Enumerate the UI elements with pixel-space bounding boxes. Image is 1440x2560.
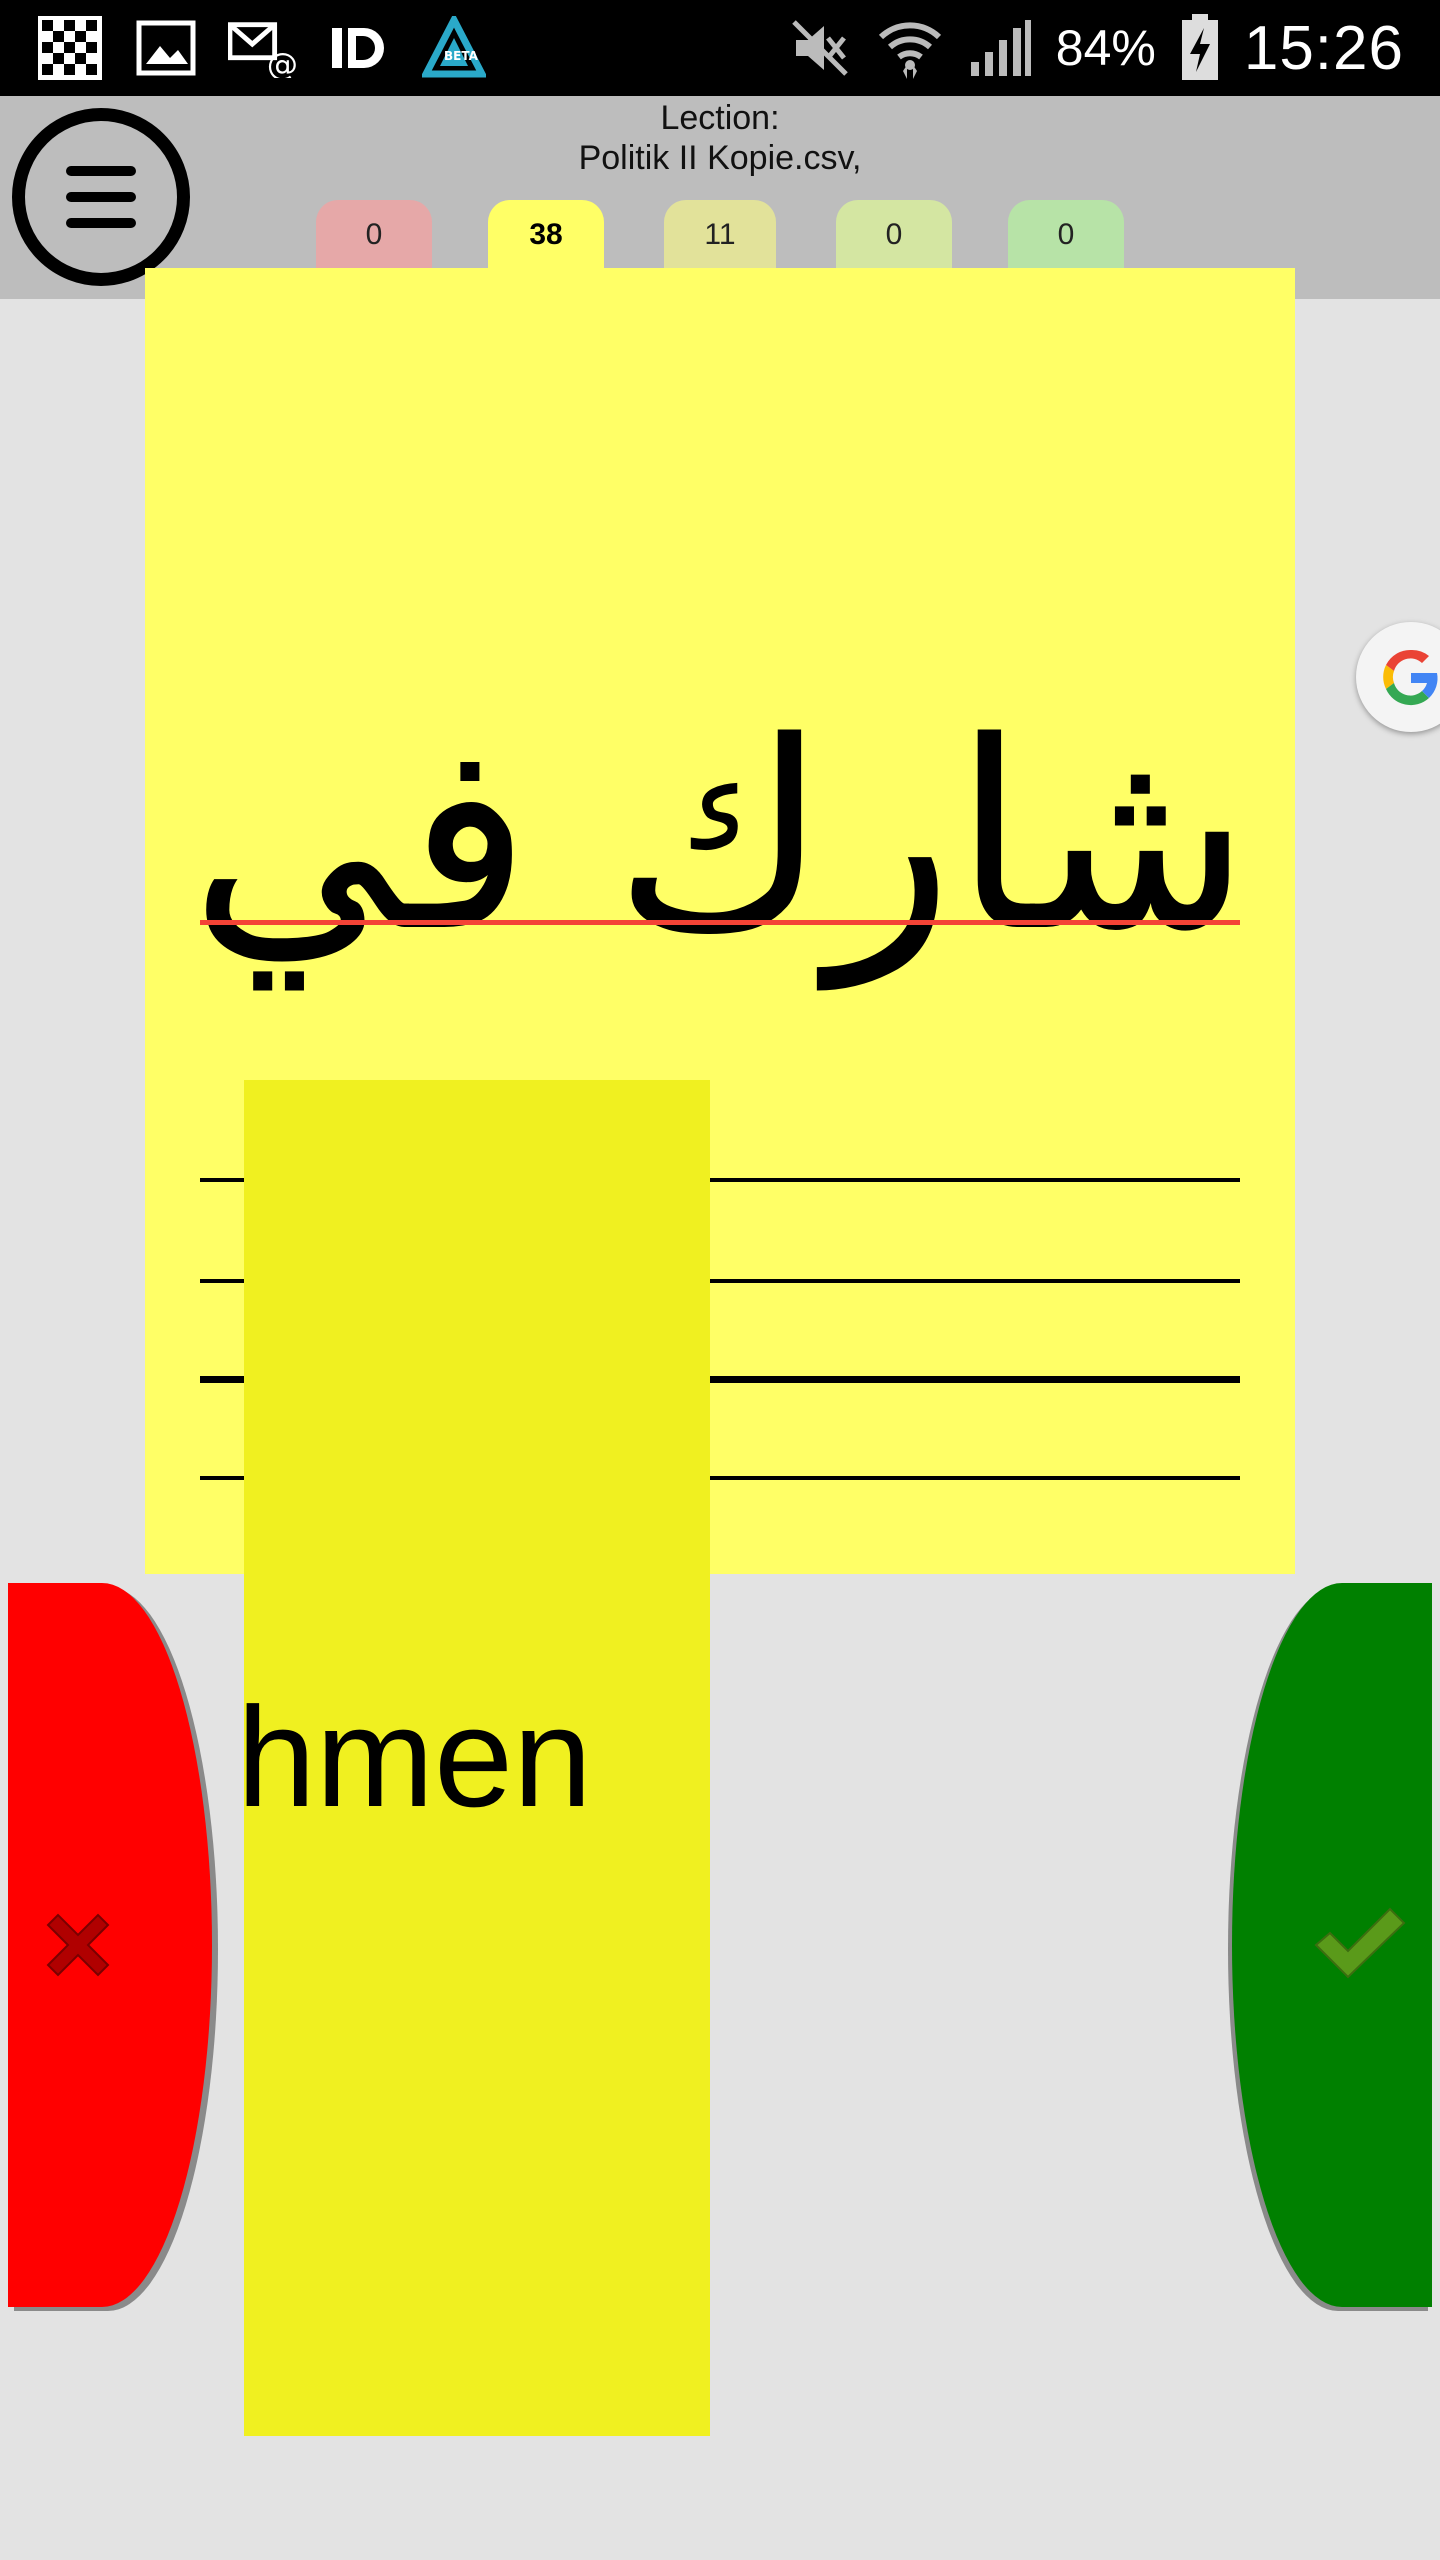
menu-button[interactable] (12, 108, 190, 286)
lection-label: Lection: (660, 99, 780, 137)
id-icon (324, 14, 392, 82)
answer-card[interactable]: hmen (244, 1080, 710, 2436)
notification-icons: @ BETA (36, 14, 488, 82)
box-tab-count: 11 (704, 218, 736, 251)
wrong-answer-button[interactable] (8, 1583, 212, 2307)
lection-info: Lection: Politik II Kopie.csv, (0, 96, 1440, 178)
gallery-icon (132, 14, 200, 82)
svg-text:@: @ (267, 47, 296, 78)
box-tab-count: 0 (365, 218, 383, 251)
box-tab-1[interactable]: 0 (316, 200, 432, 270)
battery-percent: 84% (1055, 20, 1156, 76)
wifi-icon (876, 14, 944, 82)
mute-icon (786, 14, 854, 82)
box-tab-3[interactable]: 11 (664, 200, 776, 270)
hamburger-menu-icon (66, 166, 136, 228)
beta-app-icon: BETA (420, 14, 488, 82)
status-bar: @ BETA 84% 15:26 (0, 0, 1440, 96)
system-indicators: 84% 15:26 (786, 0, 1404, 96)
svg-text:BETA: BETA (444, 49, 479, 63)
question-text: شارك في (189, 687, 1251, 989)
signal-icon (966, 14, 1034, 82)
google-g-icon (1383, 649, 1438, 706)
correct-answer-button[interactable] (1232, 1583, 1432, 2307)
box-tab-5[interactable]: 0 (1008, 200, 1124, 270)
email-icon: @ (228, 14, 296, 82)
box-tab-count: 0 (885, 218, 903, 251)
checkerboard-icon (36, 14, 104, 82)
answer-divider (200, 920, 1240, 925)
clock: 15:26 (1243, 13, 1404, 83)
box-tab-4[interactable]: 0 (836, 200, 952, 270)
box-tab-2[interactable]: 38 (488, 200, 604, 270)
checkmark-icon (1314, 1907, 1406, 1979)
google-floating-button[interactable] (1356, 622, 1440, 732)
answer-text: hmen (244, 1678, 592, 1837)
cross-icon (46, 1913, 110, 1977)
box-tab-count: 38 (529, 218, 563, 251)
box-tab-count: 0 (1057, 218, 1075, 251)
battery-charging-icon (1178, 14, 1222, 82)
lection-filename: Politik II Kopie.csv, (578, 139, 862, 177)
